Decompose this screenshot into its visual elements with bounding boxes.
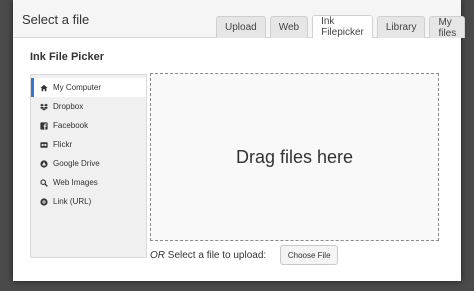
search-icon — [39, 178, 48, 187]
sidebar-item-label: My Computer — [53, 83, 102, 92]
upload-instruction: OR Select a file to upload: — [150, 250, 266, 261]
google-drive-icon — [39, 159, 48, 168]
sidebar-item-web-images[interactable]: Web Images — [31, 173, 146, 192]
sidebar-item-label: Link (URL) — [53, 197, 92, 206]
sidebar-item-link-url[interactable]: Link (URL) — [31, 192, 146, 211]
file-picker-dialog: Select a file Upload Web Ink Filepicker … — [13, 0, 466, 281]
upload-text: Select a file to upload: — [165, 249, 267, 261]
sidebar-item-google-drive[interactable]: Google Drive — [31, 154, 146, 173]
picker-title: Ink File Picker — [30, 51, 104, 63]
source-sidebar: My Computer Dropbox Facebook Flickr Goog… — [30, 74, 147, 258]
dialog-header: Select a file Upload Web Ink Filepicker … — [13, 0, 466, 39]
sidebar-item-facebook[interactable]: Facebook — [31, 116, 146, 135]
file-dropzone[interactable]: Drag files here — [150, 73, 439, 241]
sidebar-item-my-computer[interactable]: My Computer — [31, 78, 146, 97]
sidebar-item-dropbox[interactable]: Dropbox — [31, 97, 146, 116]
sidebar-item-flickr[interactable]: Flickr — [31, 135, 146, 154]
tab-ink-filepicker[interactable]: Ink Filepicker — [312, 15, 373, 38]
sidebar-item-label: Flickr — [53, 140, 73, 149]
link-icon — [39, 197, 48, 206]
tab-my-files[interactable]: My files — [429, 16, 466, 39]
facebook-icon — [39, 121, 48, 130]
home-icon — [39, 83, 48, 92]
choose-file-button[interactable]: Choose File — [280, 245, 339, 265]
tab-library[interactable]: Library — [376, 16, 426, 38]
source-tabs: Upload Web Ink Filepicker Library My fil… — [216, 15, 469, 39]
dropzone-label: Drag files here — [235, 146, 354, 167]
tab-upload[interactable]: Upload — [216, 16, 266, 38]
tab-web[interactable]: Web — [269, 16, 309, 38]
sidebar-item-label: Web Images — [53, 178, 98, 187]
dialog-title: Select a file — [22, 12, 90, 27]
upload-row: OR Select a file to upload: Choose File — [150, 244, 339, 266]
sidebar-item-label: Facebook — [53, 121, 89, 130]
flickr-icon — [39, 140, 48, 149]
dropbox-icon — [39, 102, 48, 111]
sidebar-item-label: Google Drive — [53, 159, 100, 168]
upload-or-label: OR — [150, 249, 165, 261]
sidebar-item-label: Dropbox — [53, 102, 84, 111]
